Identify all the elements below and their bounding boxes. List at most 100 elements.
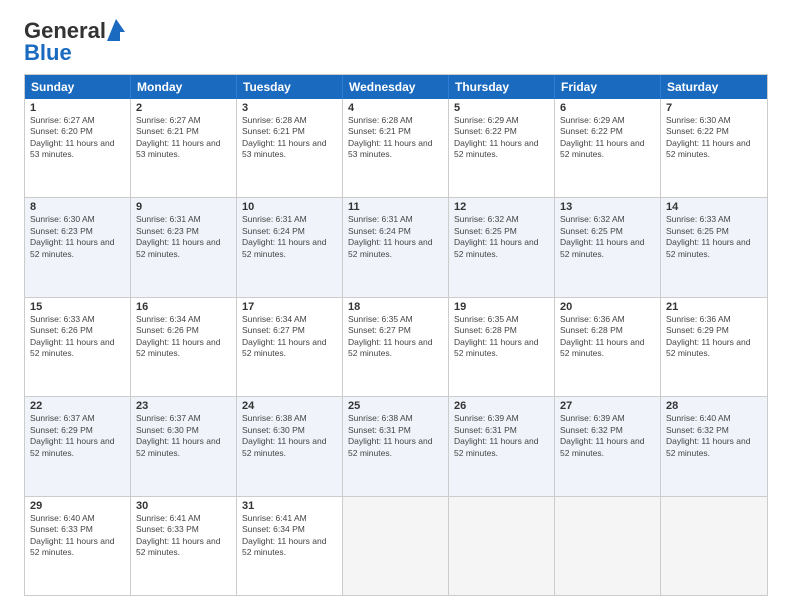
calendar-header: SundayMondayTuesdayWednesdayThursdayFrid… [25,75,767,99]
calendar-row-5: 29Sunrise: 6:40 AMSunset: 6:33 PMDayligh… [25,497,767,595]
cell-info: Sunrise: 6:33 AMSunset: 6:25 PMDaylight:… [666,214,762,260]
empty-cell [555,497,661,595]
cell-date-number: 19 [454,301,549,313]
cell-date-number: 16 [136,301,231,313]
calendar-cell-28: 28Sunrise: 6:40 AMSunset: 6:32 PMDayligh… [661,397,767,495]
cell-date-number: 12 [454,201,549,213]
cell-info: Sunrise: 6:39 AMSunset: 6:32 PMDaylight:… [560,413,655,459]
cell-info: Sunrise: 6:31 AMSunset: 6:24 PMDaylight:… [242,214,337,260]
cell-info: Sunrise: 6:40 AMSunset: 6:33 PMDaylight:… [30,513,125,559]
logo-blue: Blue [24,42,72,64]
cell-info: Sunrise: 6:30 AMSunset: 6:23 PMDaylight:… [30,214,125,260]
weekday-header-monday: Monday [131,75,237,99]
calendar-cell-8: 8Sunrise: 6:30 AMSunset: 6:23 PMDaylight… [25,198,131,296]
cell-info: Sunrise: 6:35 AMSunset: 6:27 PMDaylight:… [348,314,443,360]
cell-date-number: 11 [348,201,443,213]
cell-info: Sunrise: 6:35 AMSunset: 6:28 PMDaylight:… [454,314,549,360]
cell-date-number: 3 [242,102,337,114]
cell-date-number: 24 [242,400,337,412]
cell-date-number: 10 [242,201,337,213]
cell-date-number: 1 [30,102,125,114]
calendar-cell-19: 19Sunrise: 6:35 AMSunset: 6:28 PMDayligh… [449,298,555,396]
calendar-cell-1: 1Sunrise: 6:27 AMSunset: 6:20 PMDaylight… [25,99,131,197]
cell-date-number: 7 [666,102,762,114]
calendar-cell-29: 29Sunrise: 6:40 AMSunset: 6:33 PMDayligh… [25,497,131,595]
logo-icon [107,19,125,41]
cell-info: Sunrise: 6:32 AMSunset: 6:25 PMDaylight:… [560,214,655,260]
cell-date-number: 23 [136,400,231,412]
cell-info: Sunrise: 6:32 AMSunset: 6:25 PMDaylight:… [454,214,549,260]
cell-date-number: 15 [30,301,125,313]
cell-date-number: 14 [666,201,762,213]
calendar-cell-25: 25Sunrise: 6:38 AMSunset: 6:31 PMDayligh… [343,397,449,495]
calendar-cell-16: 16Sunrise: 6:34 AMSunset: 6:26 PMDayligh… [131,298,237,396]
cell-info: Sunrise: 6:28 AMSunset: 6:21 PMDaylight:… [242,115,337,161]
cell-info: Sunrise: 6:34 AMSunset: 6:27 PMDaylight:… [242,314,337,360]
calendar-cell-11: 11Sunrise: 6:31 AMSunset: 6:24 PMDayligh… [343,198,449,296]
cell-date-number: 26 [454,400,549,412]
page: General Blue SundayMondayTuesdayWednesda… [0,0,792,612]
calendar-cell-31: 31Sunrise: 6:41 AMSunset: 6:34 PMDayligh… [237,497,343,595]
calendar-row-4: 22Sunrise: 6:37 AMSunset: 6:29 PMDayligh… [25,397,767,496]
cell-date-number: 4 [348,102,443,114]
calendar-cell-21: 21Sunrise: 6:36 AMSunset: 6:29 PMDayligh… [661,298,767,396]
logo: General Blue [24,20,125,64]
empty-cell [661,497,767,595]
cell-info: Sunrise: 6:37 AMSunset: 6:29 PMDaylight:… [30,413,125,459]
cell-info: Sunrise: 6:31 AMSunset: 6:24 PMDaylight:… [348,214,443,260]
calendar: SundayMondayTuesdayWednesdayThursdayFrid… [24,74,768,596]
cell-info: Sunrise: 6:31 AMSunset: 6:23 PMDaylight:… [136,214,231,260]
calendar-body: 1Sunrise: 6:27 AMSunset: 6:20 PMDaylight… [25,99,767,595]
cell-date-number: 29 [30,500,125,512]
cell-date-number: 18 [348,301,443,313]
cell-date-number: 20 [560,301,655,313]
calendar-cell-18: 18Sunrise: 6:35 AMSunset: 6:27 PMDayligh… [343,298,449,396]
cell-date-number: 27 [560,400,655,412]
weekday-header-sunday: Sunday [25,75,131,99]
weekday-header-friday: Friday [555,75,661,99]
cell-date-number: 30 [136,500,231,512]
cell-date-number: 9 [136,201,231,213]
cell-info: Sunrise: 6:29 AMSunset: 6:22 PMDaylight:… [454,115,549,161]
calendar-cell-24: 24Sunrise: 6:38 AMSunset: 6:30 PMDayligh… [237,397,343,495]
cell-date-number: 13 [560,201,655,213]
calendar-cell-14: 14Sunrise: 6:33 AMSunset: 6:25 PMDayligh… [661,198,767,296]
calendar-row-1: 1Sunrise: 6:27 AMSunset: 6:20 PMDaylight… [25,99,767,198]
calendar-cell-15: 15Sunrise: 6:33 AMSunset: 6:26 PMDayligh… [25,298,131,396]
calendar-cell-20: 20Sunrise: 6:36 AMSunset: 6:28 PMDayligh… [555,298,661,396]
weekday-header-saturday: Saturday [661,75,767,99]
cell-info: Sunrise: 6:38 AMSunset: 6:30 PMDaylight:… [242,413,337,459]
cell-info: Sunrise: 6:39 AMSunset: 6:31 PMDaylight:… [454,413,549,459]
calendar-cell-2: 2Sunrise: 6:27 AMSunset: 6:21 PMDaylight… [131,99,237,197]
weekday-header-tuesday: Tuesday [237,75,343,99]
calendar-cell-27: 27Sunrise: 6:39 AMSunset: 6:32 PMDayligh… [555,397,661,495]
cell-info: Sunrise: 6:30 AMSunset: 6:22 PMDaylight:… [666,115,762,161]
calendar-cell-10: 10Sunrise: 6:31 AMSunset: 6:24 PMDayligh… [237,198,343,296]
cell-date-number: 8 [30,201,125,213]
calendar-cell-5: 5Sunrise: 6:29 AMSunset: 6:22 PMDaylight… [449,99,555,197]
cell-date-number: 5 [454,102,549,114]
calendar-cell-3: 3Sunrise: 6:28 AMSunset: 6:21 PMDaylight… [237,99,343,197]
cell-info: Sunrise: 6:29 AMSunset: 6:22 PMDaylight:… [560,115,655,161]
cell-info: Sunrise: 6:33 AMSunset: 6:26 PMDaylight:… [30,314,125,360]
cell-date-number: 17 [242,301,337,313]
cell-info: Sunrise: 6:40 AMSunset: 6:32 PMDaylight:… [666,413,762,459]
cell-date-number: 31 [242,500,337,512]
cell-info: Sunrise: 6:28 AMSunset: 6:21 PMDaylight:… [348,115,443,161]
calendar-cell-9: 9Sunrise: 6:31 AMSunset: 6:23 PMDaylight… [131,198,237,296]
calendar-cell-7: 7Sunrise: 6:30 AMSunset: 6:22 PMDaylight… [661,99,767,197]
cell-date-number: 28 [666,400,762,412]
empty-cell [343,497,449,595]
cell-info: Sunrise: 6:27 AMSunset: 6:21 PMDaylight:… [136,115,231,161]
weekday-header-wednesday: Wednesday [343,75,449,99]
calendar-row-3: 15Sunrise: 6:33 AMSunset: 6:26 PMDayligh… [25,298,767,397]
calendar-cell-6: 6Sunrise: 6:29 AMSunset: 6:22 PMDaylight… [555,99,661,197]
calendar-cell-23: 23Sunrise: 6:37 AMSunset: 6:30 PMDayligh… [131,397,237,495]
calendar-cell-17: 17Sunrise: 6:34 AMSunset: 6:27 PMDayligh… [237,298,343,396]
cell-info: Sunrise: 6:27 AMSunset: 6:20 PMDaylight:… [30,115,125,161]
header: General Blue [24,20,768,64]
calendar-cell-26: 26Sunrise: 6:39 AMSunset: 6:31 PMDayligh… [449,397,555,495]
calendar-cell-22: 22Sunrise: 6:37 AMSunset: 6:29 PMDayligh… [25,397,131,495]
calendar-cell-12: 12Sunrise: 6:32 AMSunset: 6:25 PMDayligh… [449,198,555,296]
cell-date-number: 21 [666,301,762,313]
